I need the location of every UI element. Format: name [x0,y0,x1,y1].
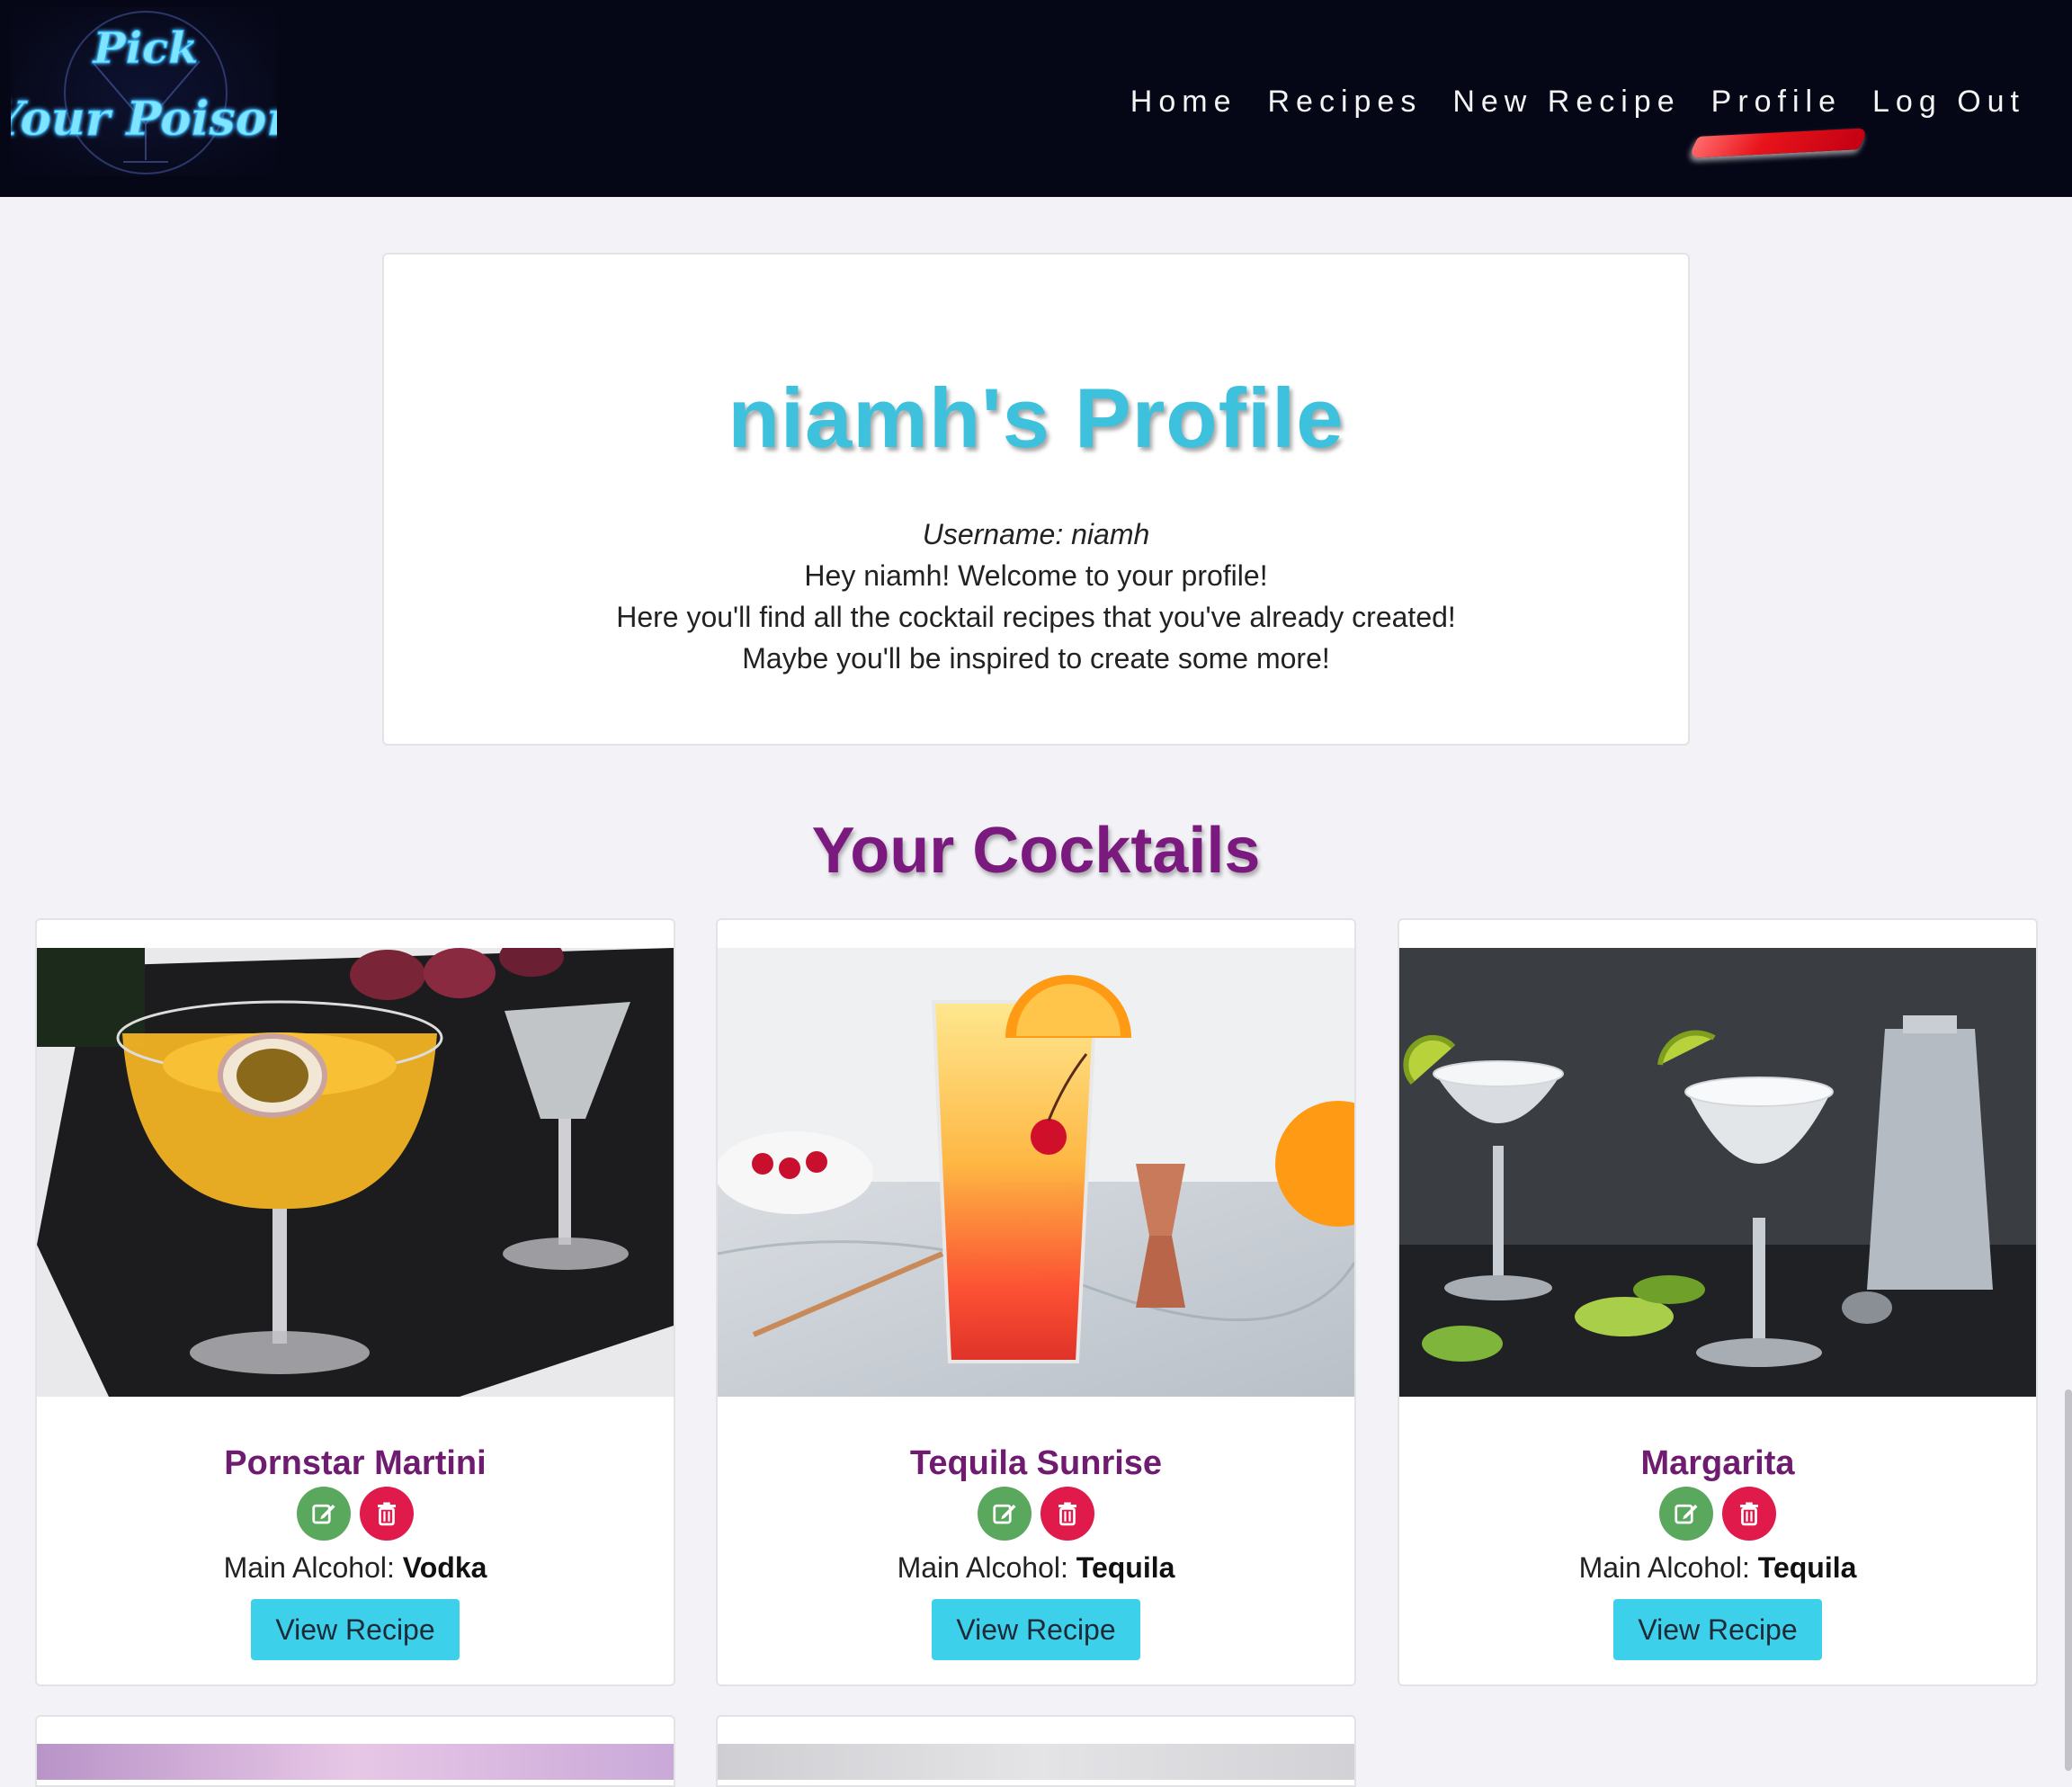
edit-button[interactable] [978,1487,1032,1541]
profile-card: niamh's Profile Username: niamh Hey niam… [382,253,1690,746]
cocktail-card: Margarita Main Alcohol: Tequila View Rec… [1398,918,2038,1686]
view-recipe-button[interactable]: View Recipe [251,1599,460,1660]
card-actions [1399,1487,2036,1541]
view-recipe-button[interactable]: View Recipe [1613,1599,1822,1660]
cocktail-card-partial [716,1715,1356,1787]
brand-logo[interactable]: Pick Your Poison [11,7,277,176]
main-nav: Home Recipes New Recipe Profile Log Out [1130,79,2025,124]
logo-line1: Pick [92,23,199,74]
edit-button[interactable] [297,1487,351,1541]
margarita-photo [1399,948,2036,1397]
pornstar-martini-photo [37,948,674,1397]
welcome-line: Hey niamh! Welcome to your profile! [804,559,1268,592]
delete-button[interactable] [1040,1487,1094,1541]
nav-new-recipe[interactable]: New Recipe [1452,85,1680,120]
page-title: niamh's Profile [728,371,1344,465]
scrollbar-thumb[interactable] [2065,1389,2072,1771]
trash-icon [1740,1502,1758,1526]
nav-home[interactable]: Home [1130,85,1237,120]
main-alcohol: Main Alcohol: Vodka [37,1551,674,1585]
edit-icon [993,1504,1016,1524]
nav-log-out[interactable]: Log Out [1872,85,2025,120]
cocktail-photo-partial [718,1744,1354,1780]
card-actions [37,1487,674,1541]
cocktail-name: Margarita [1640,1444,1795,1482]
intro-line-2: Here you'll find all the cocktail recipe… [616,601,1456,633]
trash-icon [1058,1502,1076,1526]
edit-icon [1675,1504,1698,1524]
main-alcohol-label: Main Alcohol: [1578,1551,1758,1584]
logo-line2: Your Poison [11,92,277,147]
edit-icon [312,1504,335,1524]
view-recipe-button[interactable]: View Recipe [932,1599,1140,1660]
tequila-sunrise-photo [718,948,1354,1397]
navbar: Pick Your Poison Home Recipes New Recipe… [0,0,2072,197]
main-alcohol: Main Alcohol: Tequila [718,1551,1354,1585]
nav-profile[interactable]: Profile [1711,85,1842,120]
delete-button[interactable] [360,1487,414,1541]
cocktail-card: Tequila Sunrise Main Alcohol: Tequila Vi… [716,918,1356,1686]
username-line: Username: niamh [922,518,1150,550]
intro-line-3: Maybe you'll be inspired to create some … [742,642,1330,675]
main-alcohol: Main Alcohol: Tequila [1399,1551,2036,1585]
card-actions [718,1487,1354,1541]
main-alcohol-value: Tequila [1076,1551,1175,1584]
cocktail-name: Tequila Sunrise [909,1444,1163,1482]
edit-button[interactable] [1659,1487,1713,1541]
cocktail-card-partial [35,1715,675,1787]
section-title-your-cocktails: Your Cocktails [811,815,1261,887]
nav-recipes[interactable]: Recipes [1267,85,1422,120]
cocktail-card: Pornstar Martini Main Alcohol: Vodka Vie… [35,918,675,1686]
cocktail-photo-partial [37,1744,674,1780]
neon-cocktail-logo-icon: Pick Your Poison [11,11,277,174]
main-alcohol-label: Main Alcohol: [897,1551,1076,1584]
main-alcohol-label: Main Alcohol: [223,1551,403,1584]
cocktail-name: Pornstar Martini [224,1444,487,1482]
profile-intro: Username: niamh Hey niamh! Welcome to yo… [384,514,1688,679]
main-alcohol-value: Tequila [1757,1551,1857,1584]
delete-button[interactable] [1722,1487,1776,1541]
main-alcohol-value: Vodka [402,1551,487,1584]
trash-icon [378,1502,396,1526]
